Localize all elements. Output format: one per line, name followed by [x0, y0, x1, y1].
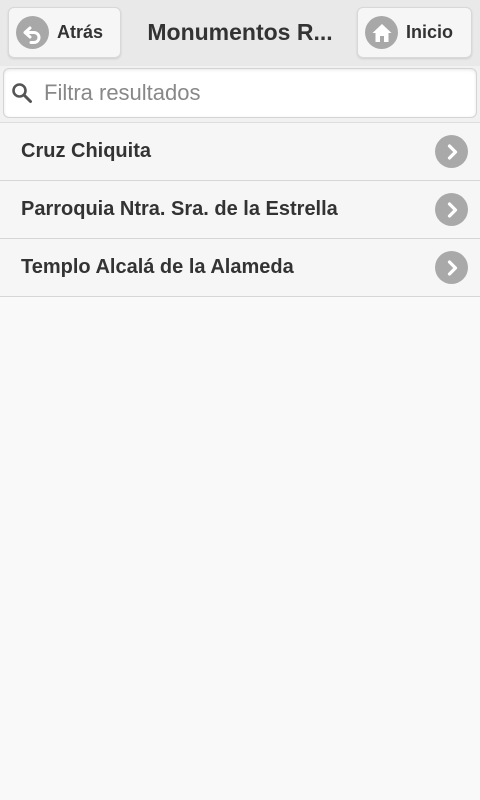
- home-button[interactable]: Inicio: [357, 7, 472, 58]
- list-item-label: Parroquia Ntra. Sra. de la Estrella: [21, 198, 338, 220]
- chevron-right-icon: [435, 193, 468, 226]
- header-bar: Atrás Monumentos R... Inicio: [0, 0, 480, 67]
- list-item[interactable]: Templo Alcalá de la Alameda: [0, 239, 480, 297]
- list-item-label: Templo Alcalá de la Alameda: [21, 256, 294, 278]
- chevron-right-icon: [435, 135, 468, 168]
- search-field: [3, 68, 477, 118]
- search-bar: [0, 66, 480, 122]
- back-button-label: Atrás: [57, 22, 104, 42]
- home-icon: [365, 16, 398, 49]
- back-button[interactable]: Atrás: [8, 7, 121, 58]
- back-arrow-icon: [16, 16, 49, 49]
- page-title: Monumentos R...: [147, 19, 333, 45]
- list-item[interactable]: Cruz Chiquita: [0, 123, 480, 181]
- list-item-label: Cruz Chiquita: [21, 140, 151, 162]
- chevron-right-icon: [435, 251, 468, 284]
- search-icon: [11, 82, 33, 104]
- results-list: Cruz Chiquita Parroquia Ntra. Sra. de la…: [0, 122, 480, 297]
- list-item[interactable]: Parroquia Ntra. Sra. de la Estrella: [0, 181, 480, 239]
- home-button-label: Inicio: [406, 22, 454, 42]
- search-input[interactable]: [44, 69, 464, 117]
